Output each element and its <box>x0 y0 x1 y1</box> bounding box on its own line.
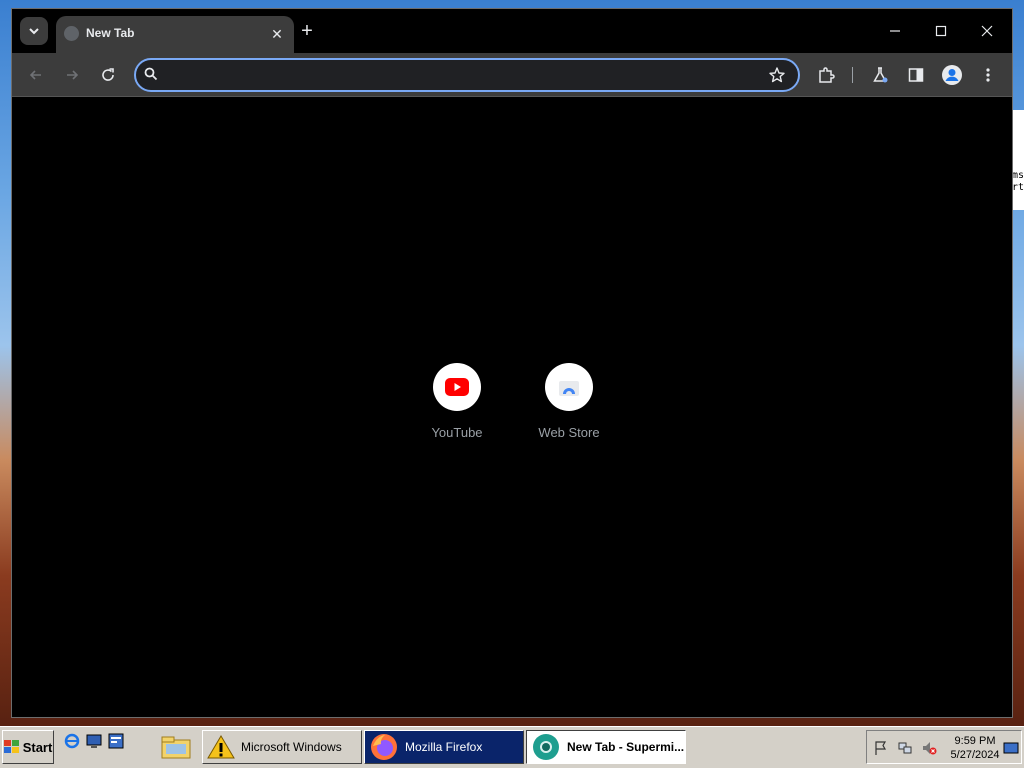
server-manager-icon[interactable] <box>108 733 124 749</box>
clock-date: 5/27/2024 <box>950 749 1000 761</box>
side-panel-button[interactable] <box>904 63 928 87</box>
reload-icon <box>102 68 114 81</box>
task-label: Microsoft Windows <box>241 740 342 754</box>
warning-icon <box>207 735 235 759</box>
youtube-icon <box>445 378 469 396</box>
flask-icon <box>873 67 888 83</box>
taskbar: Start Microsoft Windows Mozilla Firefox … <box>0 726 1024 768</box>
taskbar-firefox[interactable]: Mozilla Firefox <box>364 730 524 764</box>
folder-icon <box>161 736 191 759</box>
arrow-right-icon <box>67 70 79 80</box>
address-input[interactable] <box>166 64 730 88</box>
address-bar[interactable] <box>134 58 800 92</box>
firefox-icon <box>371 734 397 760</box>
close-icon <box>981 25 993 37</box>
start-button[interactable]: Start <box>2 730 54 764</box>
close-window-button[interactable] <box>972 19 1002 43</box>
tab-title: New Tab <box>86 26 135 40</box>
side-panel-icon <box>908 68 924 82</box>
flag-icon[interactable] <box>873 740 889 756</box>
tab-new-tab[interactable]: New Tab ✕ <box>56 16 294 53</box>
toolbar-separator <box>852 67 853 83</box>
shortcut-youtube[interactable]: YouTube <box>417 363 497 440</box>
system-tray: 9:59 PM 5/27/2024 <box>866 730 1022 764</box>
bookmark-star-icon <box>769 67 785 83</box>
taskbar-chrome[interactable]: New Tab - Supermi... <box>526 730 686 764</box>
taskbar-folder[interactable] <box>156 730 198 764</box>
browser-toolbar <box>12 53 1012 97</box>
close-tab-icon[interactable]: ✕ <box>268 25 286 43</box>
search-icon <box>144 67 158 81</box>
maximize-icon <box>935 25 947 37</box>
avatar-icon <box>942 65 962 85</box>
reload-button[interactable] <box>96 63 120 87</box>
network-icon[interactable] <box>897 740 913 756</box>
shortcut-web-store-circle <box>545 363 593 411</box>
maximize-button[interactable] <box>926 19 956 43</box>
arrow-left-icon <box>29 70 41 80</box>
tab-strip: New Tab ✕ + <box>12 9 1012 53</box>
globe-icon <box>64 26 79 41</box>
new-tab-button[interactable]: + <box>296 21 318 43</box>
start-label: Start <box>22 739 53 755</box>
labs-button[interactable] <box>868 63 892 87</box>
profile-button[interactable] <box>940 63 964 87</box>
back-button[interactable] <box>24 63 48 87</box>
show-desktop-tray-icon[interactable] <box>1003 740 1019 756</box>
show-desktop-icon[interactable] <box>86 733 102 749</box>
minimize-button[interactable] <box>880 19 910 43</box>
windows-logo-icon <box>3 740 19 753</box>
forward-button[interactable] <box>60 63 84 87</box>
chrome-icon <box>533 734 559 760</box>
extensions-button[interactable] <box>814 63 838 87</box>
shortcut-label: Web Store <box>538 425 600 440</box>
shortcut-youtube-circle <box>433 363 481 411</box>
new-tab-page: YouTube Web Store <box>12 97 1012 717</box>
more-vert-icon <box>986 68 990 82</box>
task-label: Mozilla Firefox <box>405 740 483 754</box>
shortcut-web-store[interactable]: Web Store <box>529 363 609 440</box>
tab-search-button[interactable] <box>20 17 48 45</box>
taskbar-microsoft-windows[interactable]: Microsoft Windows <box>202 730 362 764</box>
minimize-icon <box>890 30 900 32</box>
browser-window: New Tab ✕ + YouTube Web Store <box>11 8 1013 718</box>
web-store-icon <box>559 381 579 396</box>
clock[interactable]: 9:59 PM 5/27/2024 <box>945 734 1005 762</box>
volume-muted-icon[interactable] <box>921 740 937 756</box>
chevron-down-icon <box>29 28 39 35</box>
task-label: New Tab - Supermi... <box>567 740 685 754</box>
shortcut-label: YouTube <box>431 425 483 440</box>
internet-explorer-icon[interactable] <box>64 733 80 749</box>
puzzle-icon <box>819 67 835 83</box>
clock-time: 9:59 PM <box>954 735 996 747</box>
menu-button[interactable] <box>976 63 1000 87</box>
